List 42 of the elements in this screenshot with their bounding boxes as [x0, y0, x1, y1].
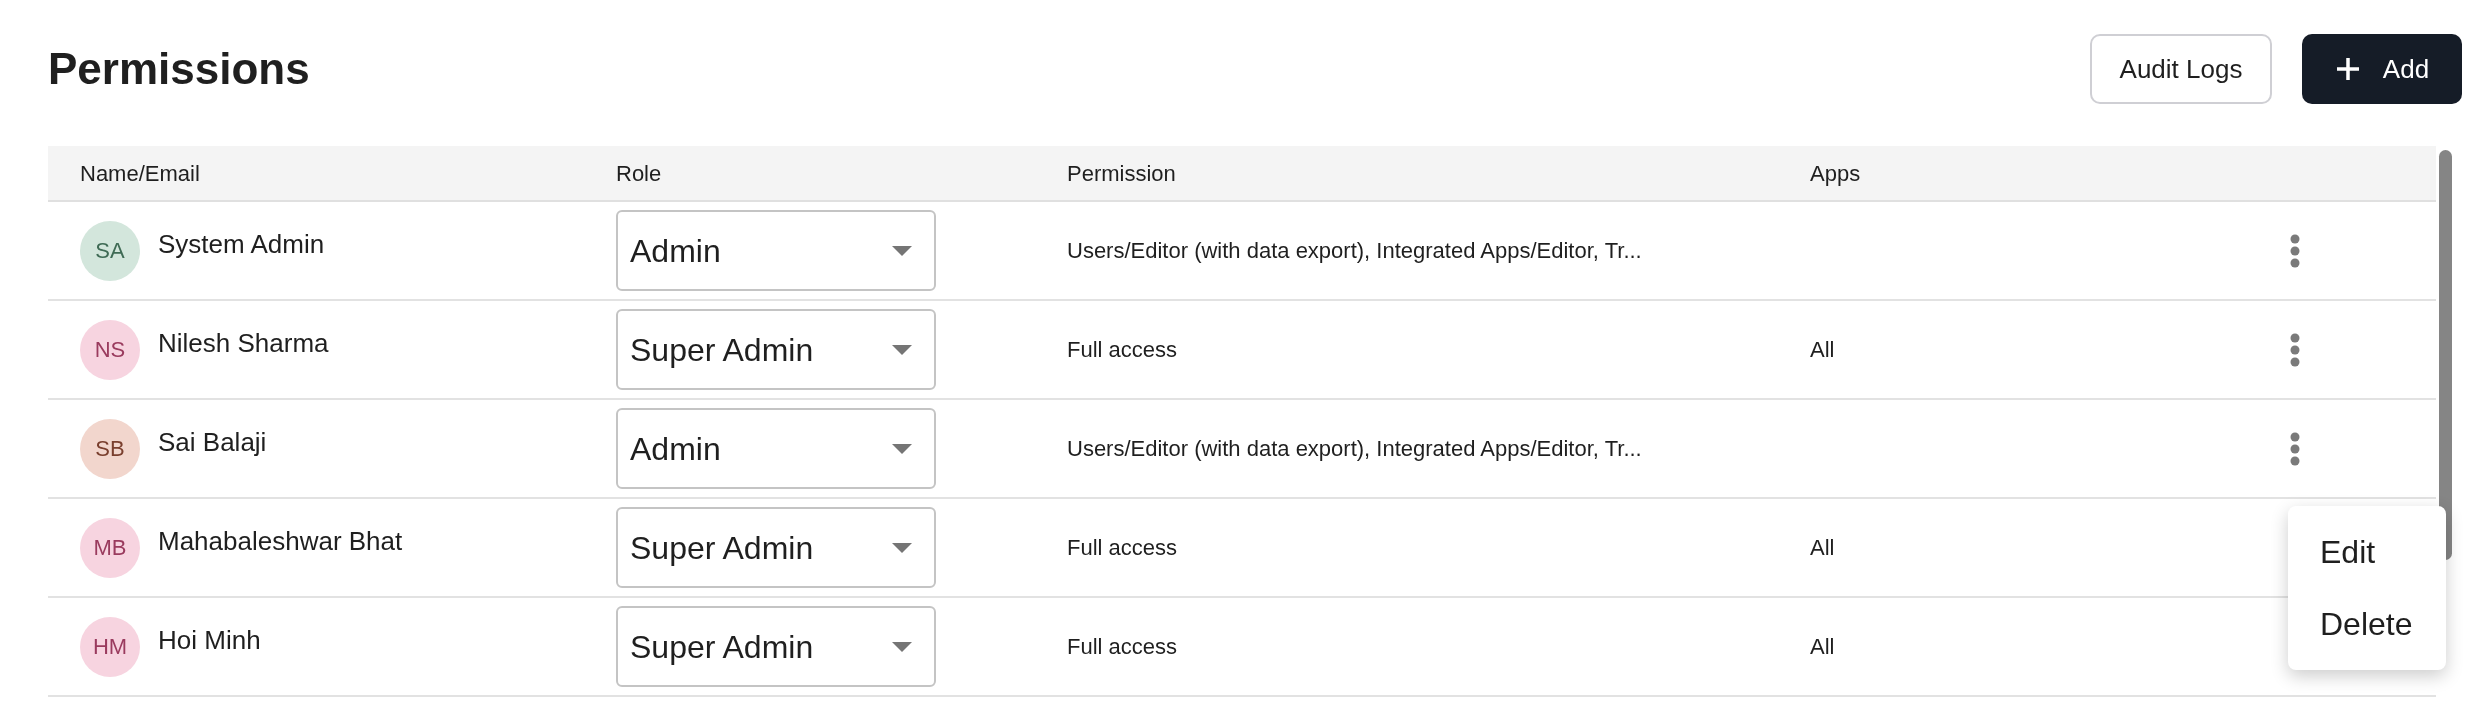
- dropdown-caret-icon: [892, 443, 912, 454]
- audit-logs-button[interactable]: Audit Logs: [2090, 34, 2272, 104]
- role-select[interactable]: Admin: [616, 210, 936, 291]
- permission-text: Full access: [1067, 633, 1179, 661]
- user-name: Nilesh Sharma: [158, 326, 329, 360]
- permission-text: Full access: [1067, 534, 1179, 562]
- more-options-icon[interactable]: [2290, 431, 2300, 466]
- permission-text: Users/Editor (with data export), Integrated Apps/Editor, Tr...: [1067, 435, 1643, 463]
- avatar: NS: [80, 319, 140, 380]
- apps-text: All: [1810, 336, 1836, 364]
- user-name: System Admin: [158, 227, 325, 261]
- permission-text: Users/Editor (with data export), Integrated Apps/Editor, Tr...: [1067, 237, 1643, 265]
- column-header: Apps: [1810, 159, 1861, 188]
- menu-item[interactable]: Delete: [2288, 588, 2446, 660]
- avatar: SB: [80, 418, 140, 479]
- menu-item[interactable]: Edit: [2288, 516, 2446, 588]
- user-name: Sai Balaji: [158, 425, 267, 459]
- avatar: SA: [80, 220, 140, 281]
- role-select[interactable]: Super Admin: [616, 309, 936, 390]
- column-header: Name/Email: [79, 159, 201, 188]
- dropdown-caret-icon: [892, 344, 912, 355]
- scrollbar[interactable]: [2439, 150, 2452, 560]
- more-options-icon[interactable]: [2290, 233, 2300, 268]
- user-name: Hoi Minh: [158, 623, 261, 657]
- avatar: MB: [80, 517, 140, 578]
- permission-text: Full access: [1067, 336, 1179, 364]
- add-button[interactable]: Add: [2302, 34, 2462, 104]
- plus-icon: [2334, 56, 2361, 82]
- role-select[interactable]: Super Admin: [616, 606, 936, 687]
- more-options-icon[interactable]: [2290, 332, 2300, 367]
- avatar: HM: [80, 616, 140, 677]
- user-name: Mahabaleshwar Bhat: [158, 524, 403, 558]
- dropdown-caret-icon: [892, 542, 912, 553]
- page-title: Permissions: [48, 43, 310, 95]
- dropdown-caret-icon: [892, 641, 912, 652]
- apps-text: All: [1810, 633, 1836, 661]
- role-select[interactable]: Admin: [616, 408, 936, 489]
- apps-text: All: [1810, 534, 1836, 562]
- dropdown-caret-icon: [892, 245, 912, 256]
- column-header: Permission: [1067, 159, 1177, 188]
- role-select[interactable]: Super Admin: [616, 507, 936, 588]
- column-header: Role: [616, 159, 663, 188]
